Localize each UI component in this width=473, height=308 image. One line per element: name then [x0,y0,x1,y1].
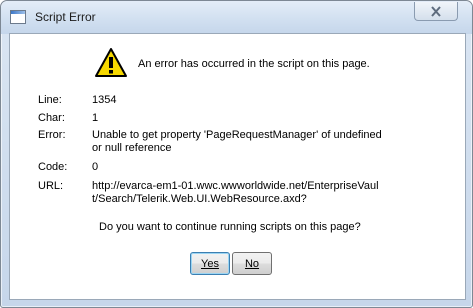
line-value: 1354 [92,94,117,106]
error-value: Unable to get property 'PageRequestManag… [92,129,382,154]
close-button[interactable] [414,2,458,21]
error-label: Error: [38,129,66,141]
warning-icon [95,48,127,77]
yes-button-label: Yes [201,257,219,270]
script-error-dialog: Script Error An error has occurred in th… [0,0,473,308]
code-label: Code: [38,161,68,173]
code-value: 0 [92,161,99,173]
continue-question: Do you want to continue running scripts … [99,221,361,233]
window-title: Script Error [35,10,96,24]
url-value: http://evarca-em1-01.wwc.wwworldwide.net… [92,180,379,205]
close-icon [431,5,441,17]
no-button[interactable]: No [232,252,272,275]
title-bar[interactable]: Script Error [1,1,472,34]
line-label: Line: [38,94,62,106]
url-label: URL: [38,180,64,192]
char-label: Char: [38,112,65,124]
dialog-body: An error has occurred in the script on t… [9,33,466,300]
char-value: 1 [92,112,99,124]
yes-button[interactable]: Yes [190,252,230,275]
error-message: An error has occurred in the script on t… [138,58,370,70]
no-button-label: No [244,257,260,270]
window-icon [10,10,26,24]
